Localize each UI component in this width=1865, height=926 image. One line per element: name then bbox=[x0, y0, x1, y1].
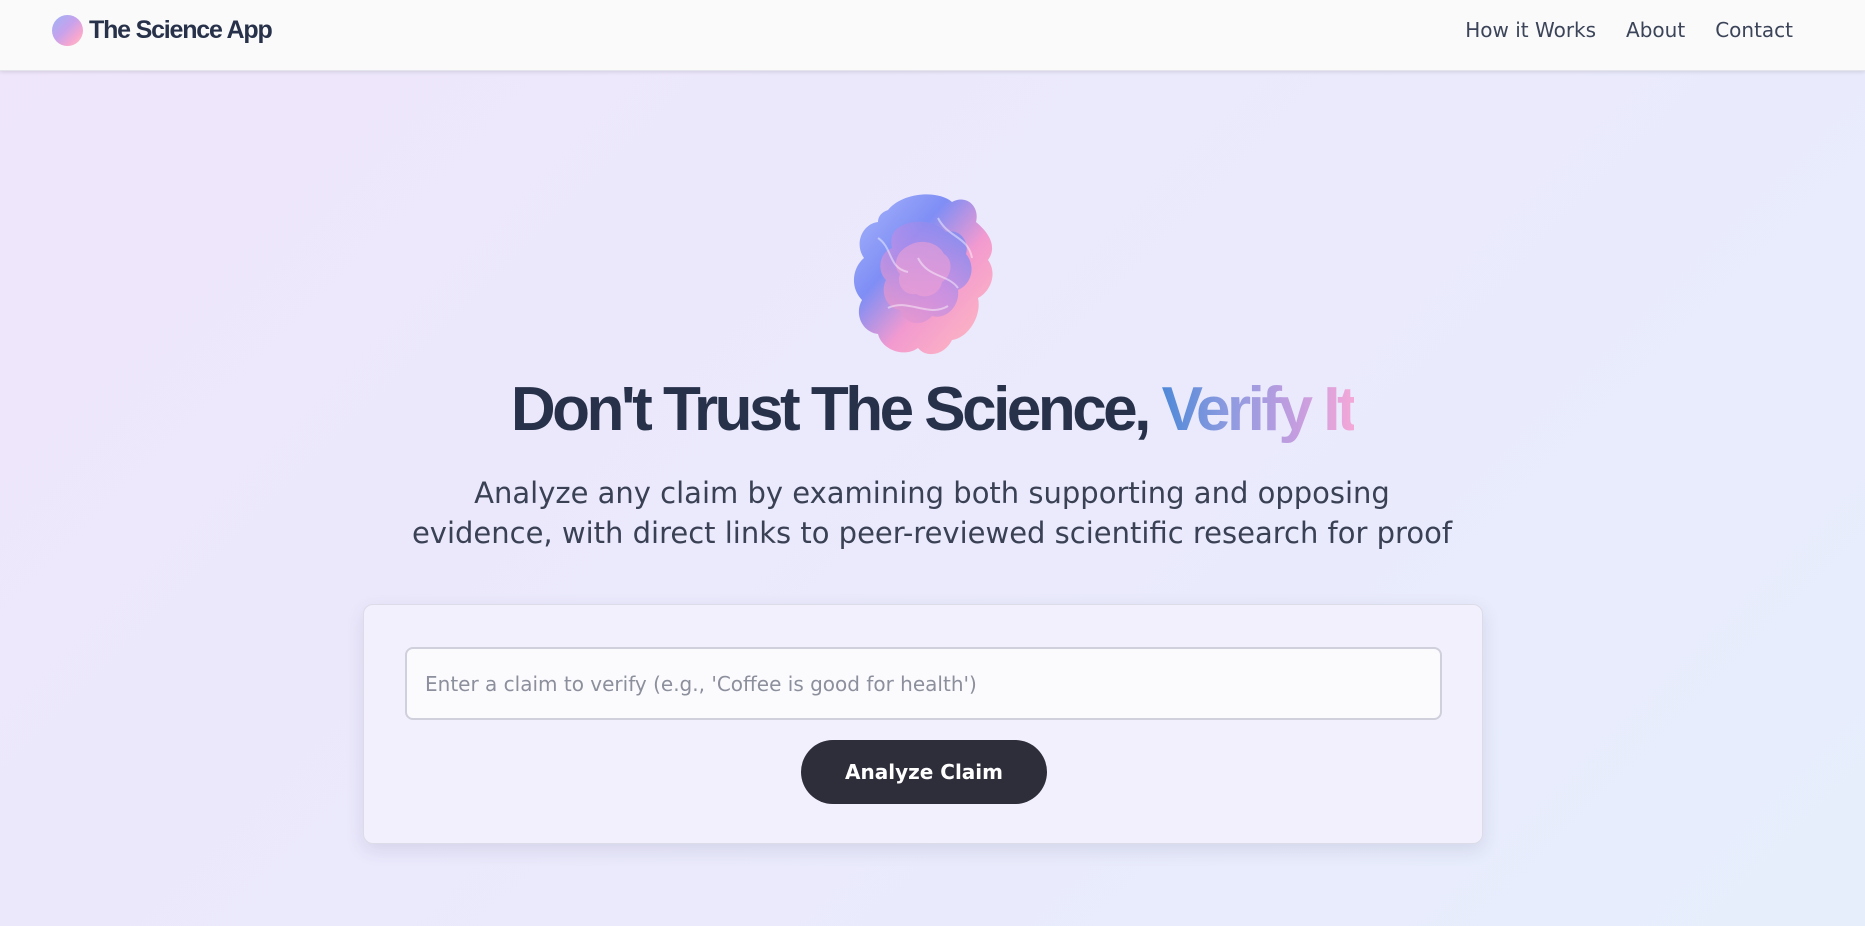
hero-headline-accent: Verify It bbox=[1161, 375, 1358, 444]
brand-home-link[interactable]: The Science App bbox=[52, 14, 273, 46]
nav-links: How it Works About Contact bbox=[1465, 18, 1793, 42]
nav-link-contact[interactable]: Contact bbox=[1715, 18, 1793, 42]
brand-name: The Science App bbox=[89, 15, 273, 44]
hero-subtitle-line2: evidence, with direct links to peer-revi… bbox=[411, 516, 1453, 550]
claim-input[interactable] bbox=[405, 647, 1442, 720]
hero-subtitle: Analyze any claim by examining both supp… bbox=[332, 473, 1532, 553]
nav-link-how-it-works[interactable]: How it Works bbox=[1465, 18, 1596, 42]
analyze-claim-button[interactable]: Analyze Claim bbox=[801, 740, 1047, 804]
hero-headline-main: Don't Trust The Science, bbox=[510, 375, 1162, 444]
top-navbar: The Science App How it Works About Conta… bbox=[0, 0, 1865, 71]
hero-subtitle-line1: Analyze any claim by examining both supp… bbox=[474, 476, 1390, 510]
brand-logo-icon bbox=[52, 14, 83, 46]
hero-headline: Don't Trust The Science, Verify It bbox=[0, 370, 1865, 450]
nav-link-about[interactable]: About bbox=[1626, 18, 1685, 42]
abstract-gradient-blob-icon bbox=[853, 194, 993, 355]
claim-form-card: Analyze Claim bbox=[363, 604, 1483, 844]
